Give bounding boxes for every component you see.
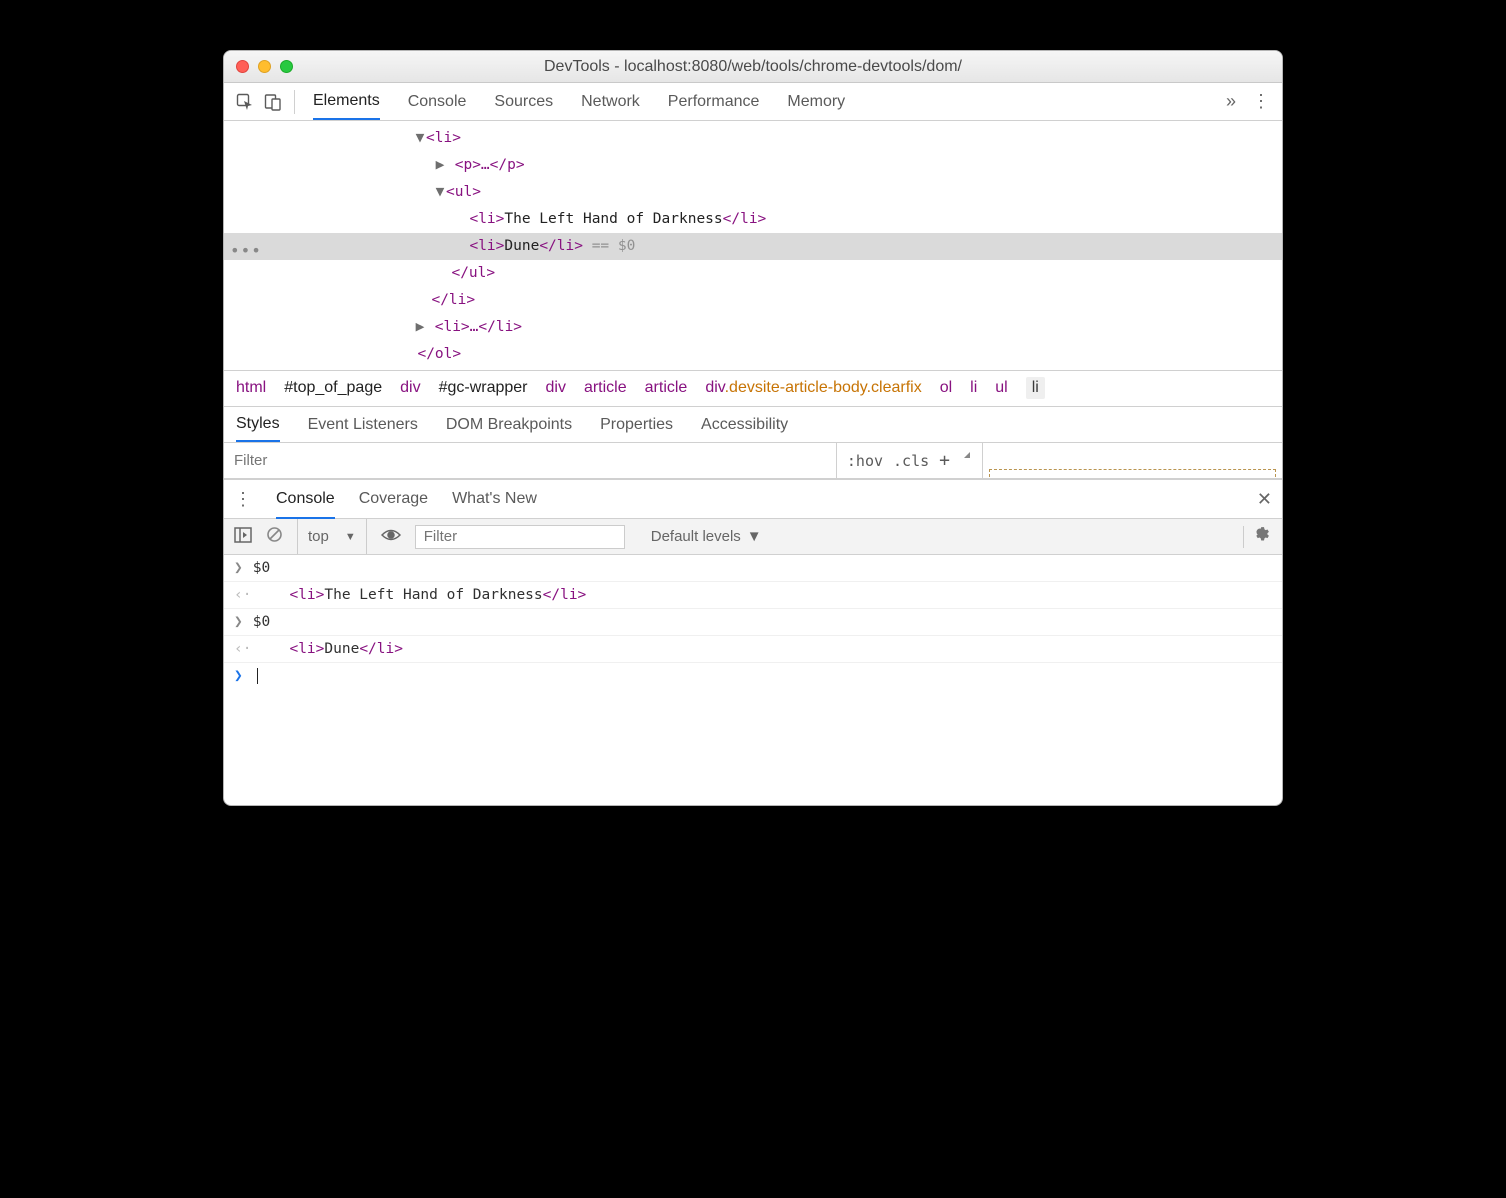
main-toolbar: Elements Console Sources Network Perform… bbox=[224, 83, 1282, 121]
styles-tabs: Styles Event Listeners DOM Breakpoints P… bbox=[224, 407, 1282, 443]
dom-tree[interactable]: ▼<li> ▶ <p>…</p> ▼<ul> <li>The Left Hand… bbox=[224, 121, 1282, 371]
tab-network[interactable]: Network bbox=[581, 85, 640, 119]
crumb-current[interactable]: li bbox=[1026, 377, 1045, 399]
titlebar: DevTools - localhost:8080/web/tools/chro… bbox=[224, 51, 1282, 83]
output-prompt-icon: ‹· bbox=[234, 587, 251, 603]
console-output-row: ‹· <li>Dune</li> bbox=[224, 636, 1282, 663]
crumb-gc-wrapper[interactable]: #gc-wrapper bbox=[439, 379, 528, 397]
tab-console[interactable]: Console bbox=[408, 85, 467, 119]
console-prompt-row[interactable]: ❯ bbox=[224, 663, 1282, 689]
crumb-article[interactable]: article bbox=[645, 379, 688, 397]
tab-event-listeners[interactable]: Event Listeners bbox=[308, 416, 418, 434]
crumb-ol[interactable]: ol bbox=[940, 379, 952, 397]
console-toolbar: top ▼ Default levels ▼ bbox=[224, 519, 1282, 555]
context-selector[interactable]: top ▼ bbox=[297, 519, 367, 554]
tab-elements[interactable]: Elements bbox=[313, 84, 380, 120]
drawer-tab-coverage[interactable]: Coverage bbox=[359, 490, 428, 508]
node-actions-icon[interactable]: ••• bbox=[230, 237, 262, 264]
tree-node[interactable]: </ol> bbox=[417, 346, 461, 362]
close-drawer-icon[interactable]: ✕ bbox=[1257, 489, 1272, 510]
tree-node[interactable]: <li> bbox=[469, 211, 504, 227]
console-sidebar-toggle-icon[interactable] bbox=[234, 527, 252, 547]
input-prompt-icon: ❯ bbox=[234, 668, 243, 684]
tree-node[interactable]: <ul> bbox=[446, 184, 481, 200]
chevron-down-icon: ▼ bbox=[747, 528, 762, 545]
tree-node[interactable]: </li> bbox=[431, 292, 475, 308]
input-prompt-icon: ❯ bbox=[234, 614, 243, 630]
crumb-top[interactable]: #top_of_page bbox=[284, 379, 382, 397]
tab-memory[interactable]: Memory bbox=[787, 85, 845, 119]
styles-filter-row: :hov .cls + bbox=[224, 443, 1282, 479]
crumb-li[interactable]: li bbox=[970, 379, 977, 397]
live-expression-icon[interactable] bbox=[381, 528, 401, 546]
device-toggle-icon[interactable] bbox=[262, 93, 284, 111]
drawer-tab-whatsnew[interactable]: What's New bbox=[452, 490, 537, 508]
console-settings-icon[interactable] bbox=[1243, 526, 1272, 548]
cls-toggle[interactable]: .cls bbox=[893, 452, 929, 470]
log-levels-selector[interactable]: Default levels ▼ bbox=[651, 528, 762, 545]
tab-accessibility[interactable]: Accessibility bbox=[701, 416, 788, 434]
dollar-zero-ref: == $0 bbox=[583, 238, 635, 254]
tab-sources[interactable]: Sources bbox=[494, 85, 553, 119]
crumb-div-class[interactable]: div.devsite-article-body.clearfix bbox=[705, 379, 921, 397]
crumb-article[interactable]: article bbox=[584, 379, 627, 397]
styles-filter-input[interactable] bbox=[224, 443, 836, 478]
tree-node[interactable]: </ul> bbox=[451, 265, 495, 281]
window-title: DevTools - localhost:8080/web/tools/chro… bbox=[224, 58, 1282, 76]
computed-box-model bbox=[982, 443, 1282, 478]
hov-toggle[interactable]: :hov bbox=[847, 452, 883, 470]
console-filter-input[interactable] bbox=[415, 525, 625, 549]
more-tabs-icon[interactable]: » bbox=[1226, 91, 1236, 112]
output-prompt-icon: ‹· bbox=[234, 641, 251, 657]
tab-dom-breakpoints[interactable]: DOM Breakpoints bbox=[446, 416, 572, 434]
tree-node[interactable]: <li> bbox=[426, 130, 461, 146]
drawer-header: ⋮ Console Coverage What's New ✕ bbox=[224, 479, 1282, 519]
console-input-row: ❯ $0 bbox=[224, 609, 1282, 636]
new-style-rule-button[interactable]: + bbox=[939, 450, 950, 471]
selected-node[interactable]: ••• <li>Dune</li> == $0 bbox=[224, 233, 1282, 260]
input-prompt-icon: ❯ bbox=[234, 560, 243, 576]
console-output[interactable]: ❯ $0 ‹· <li>The Left Hand of Darkness</l… bbox=[224, 555, 1282, 805]
crumb-div[interactable]: div bbox=[400, 379, 420, 397]
crumb-ul[interactable]: ul bbox=[995, 379, 1007, 397]
drawer-menu-icon[interactable]: ⋮ bbox=[234, 489, 252, 510]
console-output-row: ‹· <li>The Left Hand of Darkness</li> bbox=[224, 582, 1282, 609]
clear-console-icon[interactable] bbox=[266, 526, 283, 547]
crumb-html[interactable]: html bbox=[236, 379, 266, 397]
chevron-down-icon: ▼ bbox=[345, 531, 356, 543]
console-input-row: ❯ $0 bbox=[224, 555, 1282, 582]
inspect-icon[interactable] bbox=[234, 93, 256, 111]
breadcrumb[interactable]: html #top_of_page div #gc-wrapper div ar… bbox=[224, 371, 1282, 407]
tab-styles[interactable]: Styles bbox=[236, 408, 280, 442]
tree-node[interactable]: <p>…</p> bbox=[455, 157, 525, 173]
drawer-tab-console[interactable]: Console bbox=[276, 481, 335, 519]
tab-performance[interactable]: Performance bbox=[668, 85, 760, 119]
devtools-window: DevTools - localhost:8080/web/tools/chro… bbox=[223, 50, 1283, 806]
tab-properties[interactable]: Properties bbox=[600, 416, 673, 434]
settings-menu-icon[interactable]: ⋮ bbox=[1252, 91, 1270, 112]
tree-node[interactable]: <li>…</li> bbox=[435, 319, 522, 335]
crumb-div[interactable]: div bbox=[546, 379, 566, 397]
